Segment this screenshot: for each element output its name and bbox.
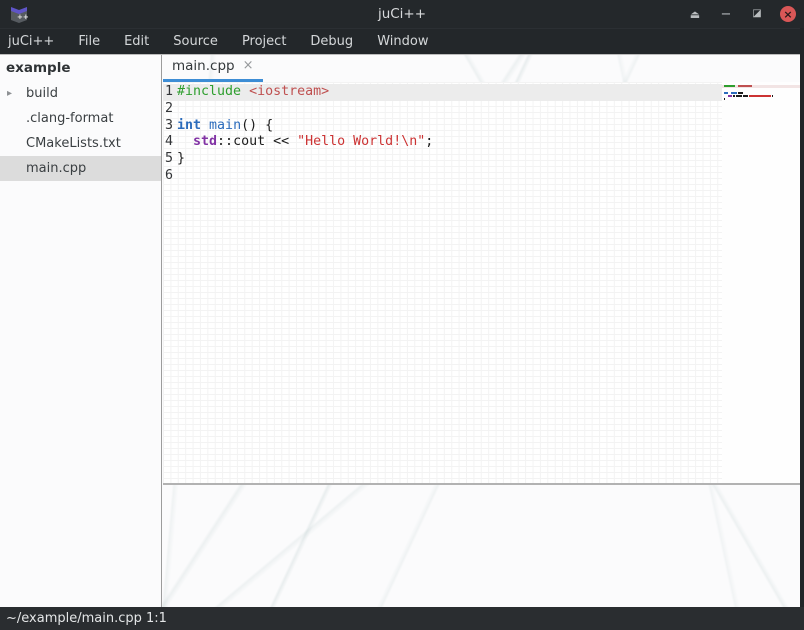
tree-item-main-cpp[interactable]: main.cpp: [0, 156, 161, 181]
code-text: }: [177, 151, 722, 168]
code-text: std::cout << "Hello World!\n";: [177, 134, 722, 151]
chevron-right-icon[interactable]: ▸: [7, 81, 12, 106]
code-line-1[interactable]: 1#include <iostream>: [163, 84, 722, 101]
line-number: 3: [163, 118, 177, 135]
tree-item-build[interactable]: ▸ build: [0, 81, 161, 106]
menu-item-source[interactable]: Source: [173, 34, 218, 49]
window-title: juCi++: [0, 6, 804, 22]
menu-items: juCi++ File Edit Source Project Debug Window: [0, 28, 804, 54]
app-window: ++ juCi++ ⏏ − ◪ × juCi++ File Edit Source Pr…: [0, 0, 804, 630]
tab-close-icon[interactable]: ×: [243, 59, 254, 72]
menu-item-juci[interactable]: juCi++: [8, 34, 54, 49]
titlebar[interactable]: ++ juCi++ ⏏ − ◪ ×: [0, 0, 804, 28]
status-bar: ~/example/main.cpp 1:1: [0, 607, 804, 630]
file-tree: example ▸ build .clang-format CMakeLists.tx…: [0, 55, 162, 607]
menu-item-edit[interactable]: Edit: [124, 34, 149, 49]
code-line-6[interactable]: 6: [163, 168, 722, 185]
file-tree-items: ▸ build .clang-format CMakeLists.txt main.cp…: [0, 81, 161, 181]
restore-icon: ◪: [752, 9, 761, 19]
tree-item-label: .clang-format: [26, 111, 113, 126]
code-lines[interactable]: 1#include <iostream>23int main() {4 std:…: [163, 82, 722, 483]
minimap-line: [722, 101, 800, 104]
code-text: #include <iostream>: [177, 84, 722, 101]
tab-label: main.cpp: [172, 58, 235, 74]
restore-button[interactable]: ◪: [749, 6, 765, 22]
code-line-5[interactable]: 5}: [163, 151, 722, 168]
terminal-panel[interactable]: [163, 485, 804, 607]
code-text: [177, 168, 722, 185]
tree-item-cmakelists-txt[interactable]: CMakeLists.txt: [0, 131, 161, 156]
minimap[interactable]: [722, 82, 800, 483]
tree-item-label: build: [26, 86, 58, 101]
close-icon: ×: [783, 9, 792, 20]
tab-main-cpp[interactable]: main.cpp ×: [163, 55, 263, 82]
close-button[interactable]: ×: [780, 6, 796, 22]
code-line-2[interactable]: 2: [163, 101, 722, 118]
tab-bar: main.cpp ×: [163, 55, 804, 82]
menu-item-file[interactable]: File: [78, 34, 100, 49]
minimize-button[interactable]: −: [718, 6, 734, 22]
status-text: ~/example/main.cpp 1:1: [6, 611, 167, 626]
minimap-lines: [722, 85, 800, 105]
menu-item-debug[interactable]: Debug: [310, 34, 353, 49]
tree-item-clang-format[interactable]: .clang-format: [0, 106, 161, 131]
svg-text:++: ++: [17, 13, 29, 21]
main-area: example ▸ build .clang-format CMakeLists.tx…: [0, 54, 804, 607]
tree-root[interactable]: example: [0, 55, 161, 81]
shade-button[interactable]: ⏏: [687, 6, 703, 22]
code-line-4[interactable]: 4 std::cout << "Hello World!\n";: [163, 134, 722, 151]
line-number: 4: [163, 134, 177, 151]
line-number: 1: [163, 84, 177, 101]
code-text: int main() {: [177, 118, 722, 135]
tree-item-label: main.cpp: [26, 161, 86, 176]
code-text: [177, 101, 722, 118]
code-editor[interactable]: 1#include <iostream>23int main() {4 std:…: [163, 82, 804, 483]
menu-item-project[interactable]: Project: [242, 34, 286, 49]
window-border: [800, 28, 804, 607]
menu-item-window[interactable]: Window: [377, 34, 428, 49]
line-number: 6: [163, 168, 177, 185]
shade-icon: ⏏: [690, 9, 700, 20]
tree-item-label: CMakeLists.txt: [26, 136, 121, 151]
code-line-3[interactable]: 3int main() {: [163, 118, 722, 135]
editor-pane: main.cpp × 1#include <iostream>23int mai…: [163, 55, 804, 607]
line-number: 5: [163, 151, 177, 168]
line-number: 2: [163, 101, 177, 118]
window-controls: ⏏ − ◪ ×: [687, 0, 796, 28]
app-icon: ++: [8, 4, 30, 24]
minimize-icon: −: [721, 8, 732, 21]
